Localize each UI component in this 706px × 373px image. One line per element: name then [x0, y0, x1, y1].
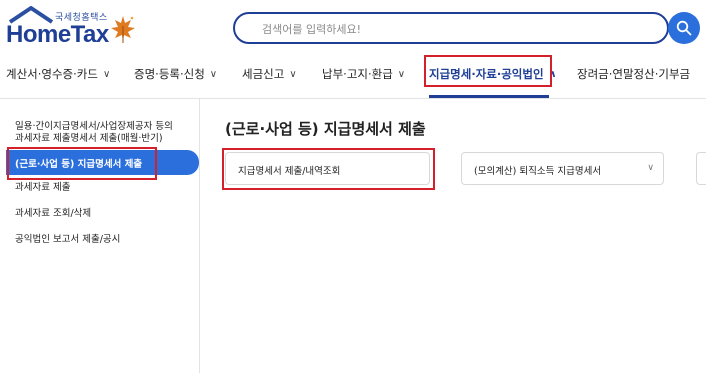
nav-label: 증명·등록·신청: [134, 67, 205, 81]
search-placeholder: 검색어를 입력하세요!: [262, 23, 361, 36]
sidebar-item-tax-data-search[interactable]: 과세자료 조회/삭제: [15, 208, 91, 220]
logo-title: HomeTax: [6, 21, 109, 48]
nav-item-payment[interactable]: 납부·고지·환급 ∨: [322, 66, 405, 82]
nav-label: 세금신고: [242, 67, 285, 81]
card-partial[interactable]: [696, 152, 706, 185]
card-label: (모의계산) 퇴직소득 지급명세서: [474, 166, 602, 177]
sidebar-item-tax-data-submit[interactable]: 과세자료 제출: [15, 182, 70, 194]
nav-item-certificate[interactable]: 증명·등록·신청 ∨: [134, 66, 217, 82]
card-retirement-simulation[interactable]: (모의계산) 퇴직소득 지급명세서 ∨: [461, 152, 664, 185]
search-icon: [676, 20, 692, 36]
sidebar-item-label: 과세자료 제출명세서 제출(매월·반기): [15, 133, 163, 144]
nav-item-invoice[interactable]: 계산서·영수증·카드 ∨: [6, 66, 110, 82]
nav-label: 납부·고지·환급: [322, 67, 393, 81]
chevron-down-icon: ∨: [209, 68, 218, 80]
chevron-down-icon: ∨: [397, 68, 406, 80]
nav-label: 장려금·연말정산·기부금: [577, 67, 691, 81]
chevron-down-icon: ∨: [289, 68, 297, 80]
page-title: (근로·사업 등) 지급명세서 제출: [225, 120, 426, 138]
sidebar-item-label: 일용·간이지급명세서/사업장제공자 등의: [15, 121, 173, 132]
highlight-sidebar-active: [7, 147, 157, 180]
maple-leaf-icon: [111, 16, 135, 43]
search-button[interactable]: [668, 12, 700, 44]
nav-item-tax-filing[interactable]: 세금신고 ∨: [242, 66, 297, 82]
nav-label: 계산서·영수증·카드: [6, 67, 98, 81]
search-input[interactable]: 검색어를 입력하세요!: [233, 12, 669, 44]
sidebar: 일용·간이지급명세서/사업장제공자 등의 과세자료 제출명세서 제출(매월·반기…: [0, 99, 200, 373]
main-nav: 계산서·영수증·카드 ∨ 증명·등록·신청 ∨ 세금신고 ∨ 납부·고지·환급 …: [0, 56, 706, 98]
nav-item-incentive[interactable]: 장려금·연말정산·기부금: [577, 66, 690, 82]
chevron-down-icon: ∨: [647, 163, 654, 173]
highlight-card: [222, 148, 435, 190]
highlight-nav-active: [424, 55, 552, 87]
hometax-logo[interactable]: 국세청홈택스 HomeTax: [6, 6, 141, 50]
sidebar-item-public-corp-report[interactable]: 공익법인 보고서 제출/공시: [15, 234, 120, 246]
chevron-down-icon: ∨: [102, 68, 111, 80]
